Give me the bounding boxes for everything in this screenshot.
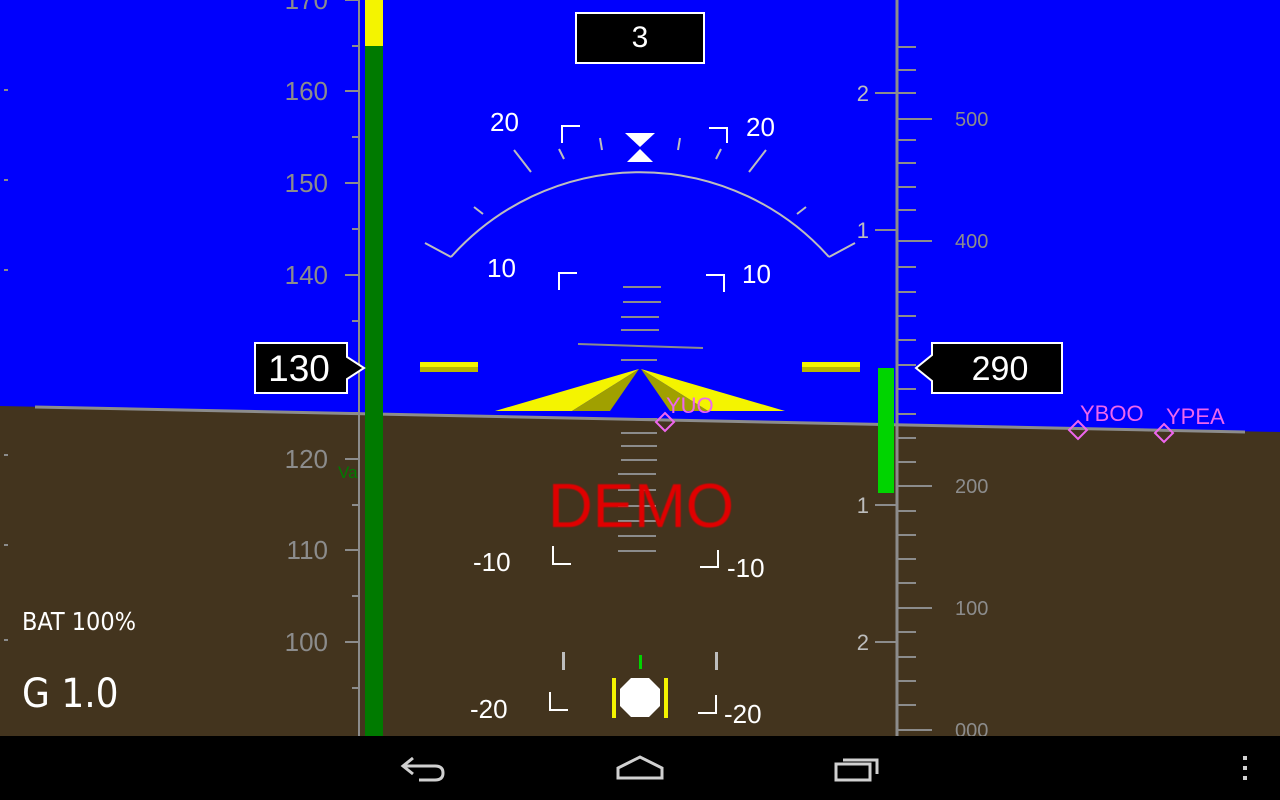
heading-readout: 3 [632, 21, 649, 54]
airspeed-tick-label: 110 [287, 535, 328, 565]
altitude-tick-label: 200 [955, 476, 988, 498]
vsi-tick-label: 1 [857, 493, 869, 518]
airspeed-readout: 130 [268, 348, 330, 389]
vsi-tick-label: 2 [857, 630, 869, 655]
vsi-tick-label: 2 [857, 81, 869, 106]
waypoint-label: YUO [666, 393, 714, 418]
airspeed-tick-label: 140 [285, 260, 328, 290]
pitch-label-up10-right: 10 [742, 259, 771, 289]
pitch-label-up20-left: 20 [490, 107, 519, 137]
airspeed-tick-label: 120 [285, 444, 328, 474]
speed-band-green [365, 46, 383, 736]
pitch-label-down10-left: -10 [473, 547, 511, 577]
airspeed-tick-label: 170 [285, 0, 328, 15]
altitude-readout: 290 [972, 350, 1029, 388]
vsi-tick-label: 1 [857, 218, 869, 243]
altitude-tick-label: 500 [955, 109, 988, 131]
altitude-tick-label: 000 [955, 720, 988, 736]
demo-watermark: DEMO [548, 472, 734, 541]
vertical-speed-bar [878, 368, 894, 493]
waypoint-label: YBOO [1080, 401, 1144, 426]
pitch-label-down20-left: -20 [470, 694, 508, 724]
pitch-label-up10-left: 10 [487, 253, 516, 283]
waypoint-label: YPEA [1166, 404, 1225, 429]
recent-apps-button[interactable] [812, 736, 902, 800]
altitude-tick-label: 400 [955, 231, 988, 253]
pitch-label-up20-right: 20 [746, 112, 775, 142]
airspeed-tick-label: 150 [285, 168, 328, 198]
altitude-tick-label: 100 [955, 598, 988, 620]
battery-status: BAT 100% [22, 607, 137, 636]
airspeed-tick-label: 100 [285, 627, 328, 657]
airspeed-tick-label: 160 [285, 76, 328, 106]
back-icon [400, 756, 445, 782]
pitch-label-down20-right: -20 [724, 699, 762, 729]
back-button[interactable] [378, 736, 468, 800]
g-load-readout: G 1.0 [22, 671, 119, 717]
pitch-label-down10-right: -10 [727, 553, 765, 583]
recent-apps-icon [834, 758, 879, 782]
home-button[interactable] [595, 736, 685, 800]
va-marker-label: Va [338, 463, 358, 482]
slip-ball [620, 678, 660, 717]
speed-band-yellow [365, 0, 383, 46]
navigation-bar [0, 736, 1280, 800]
menu-overflow-icon [1243, 756, 1247, 780]
home-icon [616, 755, 664, 780]
menu-overflow-button[interactable] [1215, 736, 1275, 800]
primary-flight-display: 170 160 150 140 120 110 100 Va 130 3 20 … [0, 0, 1280, 736]
